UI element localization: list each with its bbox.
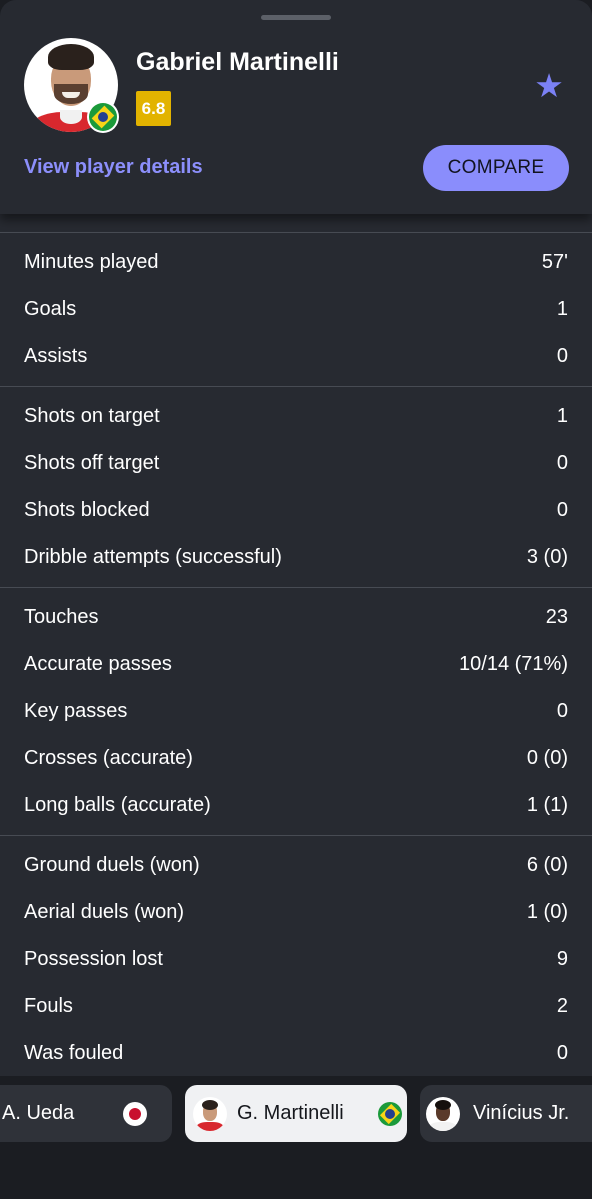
stat-row: Crosses (accurate) 0 (0) [0,735,592,782]
drag-handle[interactable] [261,15,331,20]
player-pill-current[interactable]: G. Martinelli [185,1085,407,1142]
player-stats-sheet: Gabriel Martinelli 6.8 ★ View player det… [0,0,592,1199]
stat-value: 1 [556,298,568,320]
stat-label: Fouls [24,995,73,1017]
stat-row: Assists 0 [0,333,592,380]
stat-label: Dribble attempts (successful) [24,546,282,568]
stat-row: Fouls 2 [0,983,592,1030]
player-name: Gabriel Martinelli [136,48,339,76]
stat-value: 10/14 (71%) [459,653,568,675]
stat-label: Shots blocked [24,499,150,521]
player-switcher: A. Ueda G. Martinelli Vinícius Jr. [0,1076,592,1199]
stat-row: Ground duels (won) 6 (0) [0,842,592,889]
stat-value: 0 (0) [526,747,568,769]
stat-value: 1 [556,405,568,427]
stat-value: 0 [556,452,568,474]
player-header: Gabriel Martinelli 6.8 ★ View player det… [0,0,592,214]
stat-label: Key passes [24,700,128,722]
stat-row: Touches 23 [0,594,592,641]
stat-row: Shots on target 1 [0,393,592,440]
stat-label: Ground duels (won) [24,854,200,876]
stat-value: 2 [556,995,568,1017]
player-pill-name: A. Ueda [2,1102,75,1124]
stat-value: 1 (1) [526,794,568,816]
player-pill-next[interactable]: Vinícius Jr. [420,1085,592,1142]
avatar [426,1096,460,1131]
stat-value: 57' [541,251,568,273]
stat-label: Assists [24,345,88,367]
stat-row: Aerial duels (won) 1 (0) [0,889,592,936]
rating-badge: 6.8 [136,91,171,126]
stat-row: Key passes 0 [0,688,592,735]
stat-value: 0 [556,1042,568,1064]
stat-row: Was fouled 0 [0,1030,592,1077]
stat-label: Was fouled [24,1042,124,1064]
stat-label: Shots on target [24,405,160,427]
avatar [193,1096,227,1131]
player-pill-name: G. Martinelli [237,1102,344,1124]
stat-row: Possession lost 9 [0,936,592,983]
stat-label: Touches [24,606,99,628]
stats-list: Minutes played 57' Goals 1 Assists 0 Shots … [0,214,592,1077]
japan-flag-icon [123,1101,147,1126]
stat-value: 0 [556,345,568,367]
stat-value: 3 (0) [526,546,568,568]
stat-row: Shots off target 0 [0,440,592,487]
stat-label: Crosses (accurate) [24,747,193,769]
stat-value: 23 [545,606,568,628]
stat-value: 0 [556,499,568,521]
view-player-details-link[interactable]: View player details [24,156,203,179]
stat-row: Goals 1 [0,286,592,333]
star-icon[interactable]: ★ [532,69,566,103]
stat-label: Goals [24,298,77,320]
stat-label: Long balls (accurate) [24,794,211,816]
stat-value: 1 (0) [526,901,568,923]
stat-label: Minutes played [24,251,159,273]
stat-value: 9 [556,948,568,970]
stat-label: Aerial duels (won) [24,901,185,923]
player-pill-name: Vinícius Jr. [473,1102,570,1124]
stat-row: Minutes played 57' [0,239,592,286]
stat-row: Dribble attempts (successful) 3 (0) [0,534,592,581]
brazil-flag-icon [87,101,119,133]
stat-value: 0 [556,700,568,722]
stat-value: 6 (0) [526,854,568,876]
compare-button[interactable]: COMPARE [423,145,569,191]
stat-row: Shots blocked 0 [0,487,592,534]
stat-label: Possession lost [24,948,163,970]
brazil-flag-icon [378,1101,402,1126]
stat-label: Accurate passes [24,653,172,675]
stat-row: Long balls (accurate) 1 (1) [0,782,592,829]
stat-label: Shots off target [24,452,160,474]
stat-row: Accurate passes 10/14 (71%) [0,641,592,688]
player-pill-prev[interactable]: A. Ueda [0,1085,172,1142]
